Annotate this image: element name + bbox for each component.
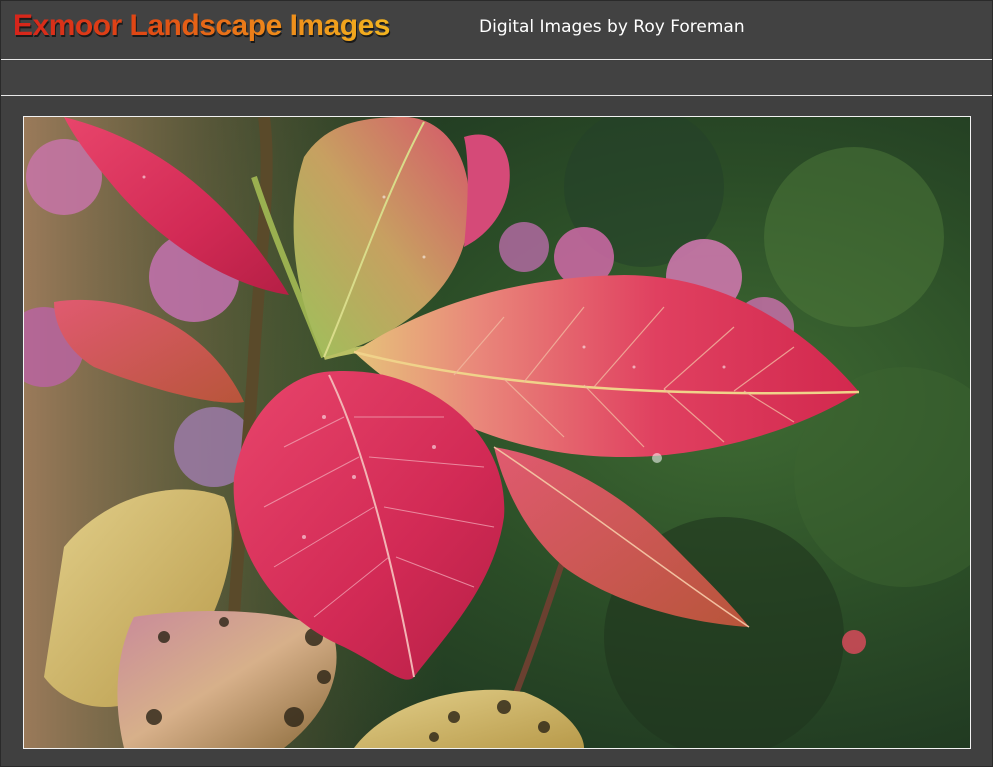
site-title[interactable]: Exmoor Landscape Images	[13, 9, 390, 43]
site-subtitle: Digital Images by Roy Foreman	[479, 17, 745, 37]
featured-photo[interactable]	[23, 116, 971, 749]
photo-image	[24, 117, 970, 748]
navigation-bar	[1, 61, 992, 96]
site-header: Exmoor Landscape Images Digital Images b…	[1, 1, 992, 60]
page: Exmoor Landscape Images Digital Images b…	[0, 0, 993, 767]
